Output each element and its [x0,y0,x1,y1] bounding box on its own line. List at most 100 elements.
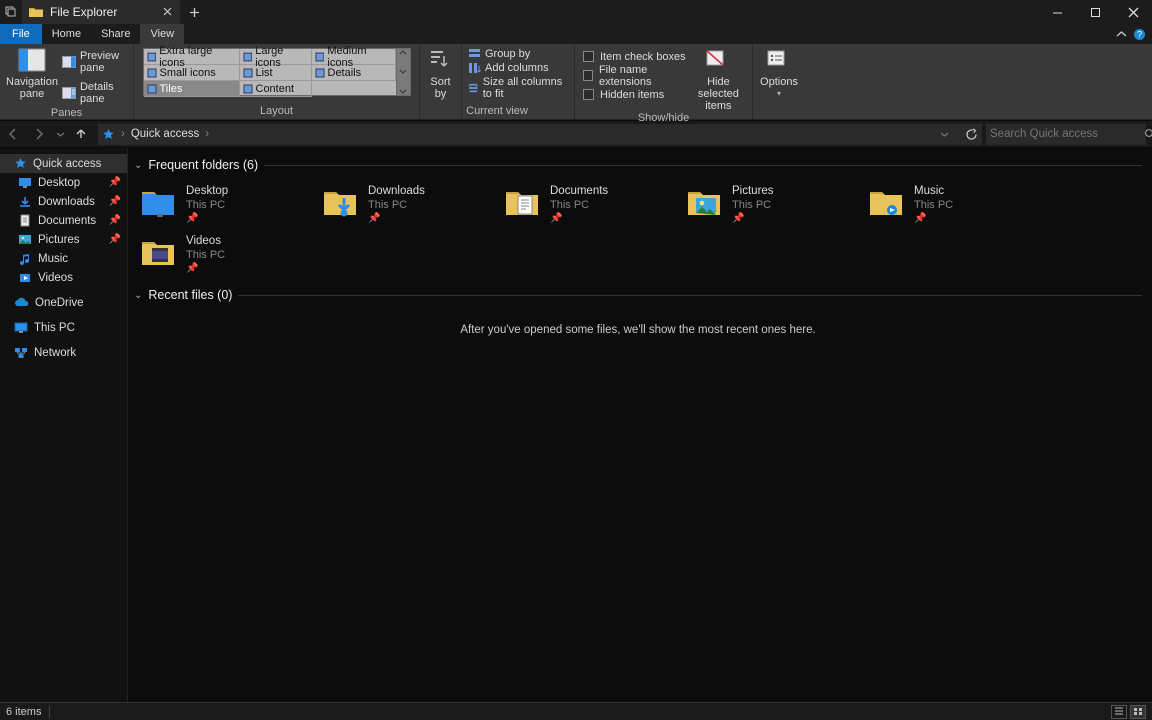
pin-icon: 📌 [109,234,121,245]
desktop-icon [18,176,32,189]
tree-item-music[interactable]: Music [0,249,127,268]
navigation-pane-icon [18,48,46,74]
sort-by-button[interactable]: Sort by [426,46,455,100]
pin-icon: 📌 [109,177,121,188]
nav-recent-dropdown[interactable] [52,120,68,148]
view-details-toggle[interactable] [1111,705,1127,719]
folder-pictures[interactable]: PicturesThis PC📌 [680,180,862,224]
layout-option-details[interactable]: Details [312,65,396,81]
breadcrumb-location[interactable]: Quick access [131,128,199,140]
search-box[interactable] [986,124,1146,145]
checkbox-item-check-boxes[interactable]: Item check boxes [583,48,691,65]
address-box[interactable]: › Quick access › [98,124,982,145]
view-large-icons-toggle[interactable] [1130,705,1146,719]
nav-up-button[interactable] [68,120,94,148]
downloads-icon [18,195,32,208]
layout-gallery[interactable]: Extra large iconsLarge iconsMedium icons… [143,48,397,96]
search-icon[interactable] [1144,128,1152,140]
options-button[interactable]: Options ▾ [759,46,799,100]
address-bar: › Quick access › [0,120,1152,148]
menu-share[interactable]: Share [91,24,140,44]
layout-option-small-icons[interactable]: Small icons [144,65,240,81]
navigation-tree[interactable]: Quick access Desktop📌Downloads📌Documents… [0,148,128,702]
pin-icon: 📌 [109,196,121,207]
search-input[interactable] [990,128,1144,140]
this-pc-icon [14,322,28,334]
tab-close-icon[interactable] [160,4,174,18]
folder-documents[interactable]: DocumentsThis PC📌 [498,180,680,224]
nav-forward-button[interactable] [26,120,52,148]
navigation-pane-button[interactable]: Navigation pane [6,46,58,100]
videos-icon [18,271,32,284]
checkbox-hidden-items[interactable]: Hidden items [583,86,691,103]
layout-option-content[interactable]: Content [240,81,312,97]
checkbox-file-name-extensions[interactable]: File name extensions [583,67,691,84]
refresh-button[interactable] [960,128,982,141]
collapse-icon[interactable]: ⌄ [134,290,142,301]
menu-view[interactable]: View [140,24,184,44]
cv-size-all-columns-to-fit[interactable]: Size all columns to fit [468,76,568,100]
layout-option-medium-icons[interactable]: Medium icons [312,49,396,65]
tree-item-documents[interactable]: Documents📌 [0,211,127,230]
section-recent-files[interactable]: ⌄ Recent files (0) [134,288,1142,302]
layout-option-large-icons[interactable]: Large icons [240,49,312,65]
tree-this-pc[interactable]: This PC [0,318,127,337]
menu-spacer [184,24,1116,44]
quick-access-star-icon [14,157,27,170]
section-frequent-folders[interactable]: ⌄ Frequent folders (6) [134,158,1142,172]
layout-gallery-scroll[interactable] [397,48,411,96]
new-tab-button[interactable] [180,7,208,18]
address-dropdown-icon[interactable] [934,130,954,139]
preview-pane-button[interactable]: Preview pane [58,48,127,76]
tree-item-downloads[interactable]: Downloads📌 [0,192,127,211]
tree-onedrive[interactable]: OneDrive [0,293,127,312]
folder-music[interactable]: MusicThis PC📌 [862,180,1044,224]
tree-item-videos[interactable]: Videos [0,268,127,287]
folder-icon [686,184,722,218]
title-drag-region[interactable] [208,0,1038,24]
menu-home[interactable]: Home [42,24,91,44]
cv-add-columns[interactable]: Add columns [468,62,568,74]
tree-quick-access[interactable]: Quick access [0,154,127,173]
close-button[interactable] [1114,0,1152,24]
folder-icon [504,184,540,218]
ribbon-view: Navigation pane Preview pane Details pan… [0,44,1152,120]
network-icon [14,347,28,359]
documents-icon [18,214,32,227]
details-pane-button[interactable]: Details pane [58,79,127,107]
folder-icon [322,184,358,218]
help-icon[interactable]: ? [1133,28,1146,41]
layout-option-list[interactable]: List [240,65,312,81]
tab-file-explorer[interactable]: File Explorer [22,0,180,24]
tree-item-pictures[interactable]: Pictures📌 [0,230,127,249]
folder-videos[interactable]: VideosThis PC📌 [134,230,316,274]
layout-option-extra-large-icons[interactable]: Extra large icons [144,49,240,65]
collapse-icon[interactable]: ⌄ [134,160,142,171]
status-bar: 6 items [0,702,1152,720]
options-icon [765,48,793,74]
tree-network[interactable]: Network [0,343,127,362]
hide-selected-items-button[interactable]: Hide selected items [691,46,746,112]
menu-bar: File Home Share View ? [0,24,1152,44]
status-item-count: 6 items [6,706,41,718]
folder-downloads[interactable]: DownloadsThis PC📌 [316,180,498,224]
maximize-button[interactable] [1076,0,1114,24]
minimize-button[interactable] [1038,0,1076,24]
tree-item-desktop[interactable]: Desktop📌 [0,173,127,192]
ribbon-collapse-icon[interactable] [1116,29,1127,40]
cv-group-by[interactable]: Group by [468,48,568,60]
quick-access-star-icon [102,128,115,141]
pin-icon: 📌 [109,215,121,226]
onedrive-icon [14,297,29,308]
folder-desktop[interactable]: DesktopThis PC📌 [134,180,316,224]
group-label-panes: Panes [6,107,127,121]
content-pane: ⌄ Frequent folders (6) DesktopThis PC📌Do… [128,148,1152,702]
layout-option-tiles[interactable]: Tiles [144,81,240,97]
nav-back-button[interactable] [0,120,26,148]
menu-file[interactable]: File [0,24,42,44]
system-menu-icon[interactable] [0,0,22,24]
title-bar-left: File Explorer [0,0,208,24]
pictures-icon [18,233,32,246]
title-bar: File Explorer [0,0,1152,24]
group-label-current-view: Current view [426,105,568,119]
